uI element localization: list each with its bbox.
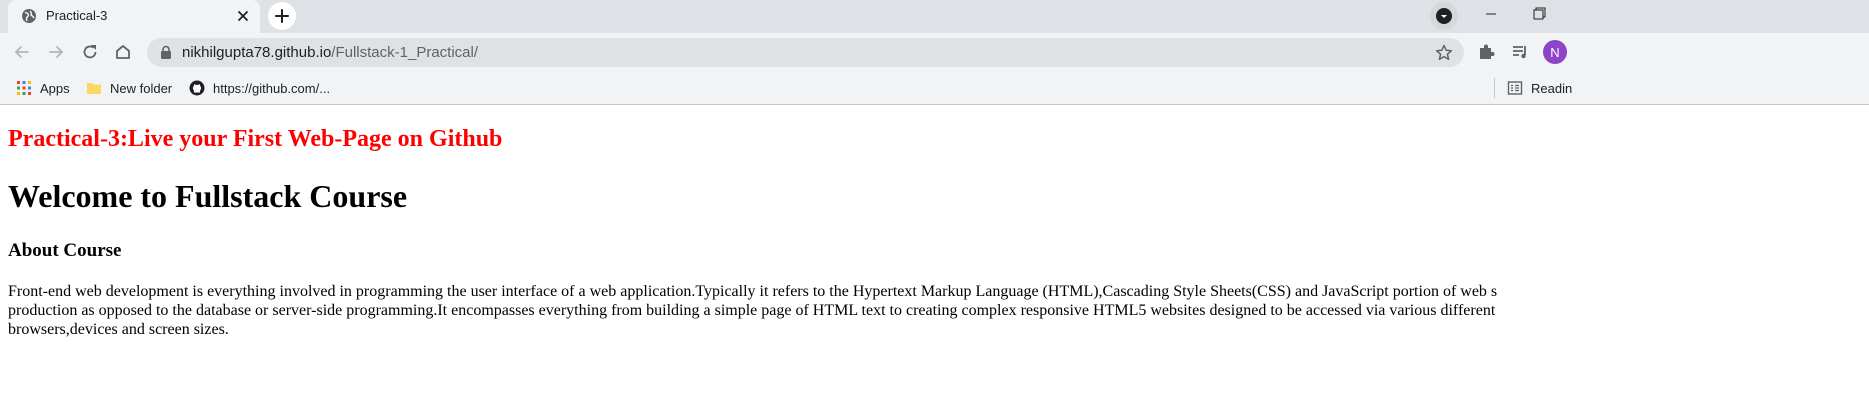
globe-icon <box>22 9 36 23</box>
reload-button[interactable] <box>77 39 103 65</box>
back-button[interactable] <box>9 39 35 65</box>
reading-list-icon <box>1507 81 1523 95</box>
bookmarks-bar: Apps New folder https://github.com/... R… <box>0 71 1869 105</box>
bookmark-apps[interactable]: Apps <box>16 77 70 99</box>
chevron-down-icon <box>1436 8 1452 24</box>
tab-strip: Practical-3 <box>0 0 1869 33</box>
close-tab-icon[interactable] <box>234 7 252 25</box>
bookmark-new-folder[interactable]: New folder <box>86 77 172 99</box>
folder-icon <box>87 83 101 94</box>
minimize-window-icon[interactable] <box>1478 3 1504 25</box>
bookmark-label: Apps <box>40 80 70 96</box>
lock-icon[interactable] <box>159 45 173 60</box>
web-page-content: Practical-3:Live your First Web-Page on … <box>0 106 1869 413</box>
media-queue-icon[interactable] <box>1510 42 1530 62</box>
page-title: Welcome to Fullstack Course <box>8 178 408 214</box>
arrow-left-icon <box>14 46 29 58</box>
restore-window-icon[interactable] <box>1526 3 1552 25</box>
tab-search-button[interactable] <box>1430 2 1458 30</box>
url-text[interactable]: nikhilgupta78.github.io/Fullstack-1_Prac… <box>182 44 478 61</box>
github-icon <box>189 80 205 96</box>
url-host: nikhilgupta78.github.io <box>182 44 332 61</box>
paragraph-line: production as opposed to the database or… <box>8 302 1496 319</box>
about-paragraph: Front-end web development is everything … <box>8 282 1628 339</box>
extensions-puzzle-icon[interactable] <box>1476 42 1496 62</box>
arrow-right-icon <box>49 46 64 58</box>
bookmarks-divider <box>1494 78 1495 98</box>
tab-title: Practical-3 <box>46 8 108 23</box>
new-tab-button[interactable] <box>268 2 296 30</box>
address-bar[interactable]: nikhilgupta78.github.io/Fullstack-1_Prac… <box>147 38 1464 67</box>
url-path: /Fullstack-1_Practical/ <box>331 44 479 61</box>
bookmark-label: https://github.com/... <box>213 80 331 96</box>
paragraph-line: Front-end web development is everything … <box>8 283 1498 300</box>
profile-avatar[interactable]: N <box>1543 40 1567 64</box>
reading-list-button[interactable]: Readin <box>1507 77 1572 99</box>
browser-toolbar: nikhilgupta78.github.io/Fullstack-1_Prac… <box>0 33 1869 71</box>
home-button[interactable] <box>110 39 136 65</box>
reload-icon <box>83 45 97 59</box>
browser-tab[interactable]: Practical-3 <box>8 0 260 33</box>
practical-heading: Practical-3:Live your First Web-Page on … <box>8 126 503 152</box>
plus-icon <box>275 9 289 23</box>
about-heading: About Course <box>8 240 122 261</box>
paragraph-line: browsers,devices and screen sizes. <box>8 321 229 338</box>
forward-button[interactable] <box>43 39 69 65</box>
bookmark-label: New folder <box>110 80 173 96</box>
bookmark-github[interactable]: https://github.com/... <box>189 77 330 99</box>
reading-list-label: Readin <box>1531 80 1573 96</box>
home-icon <box>116 45 130 59</box>
bookmark-star-icon[interactable] <box>1434 43 1454 63</box>
apps-grid-icon <box>17 81 31 95</box>
